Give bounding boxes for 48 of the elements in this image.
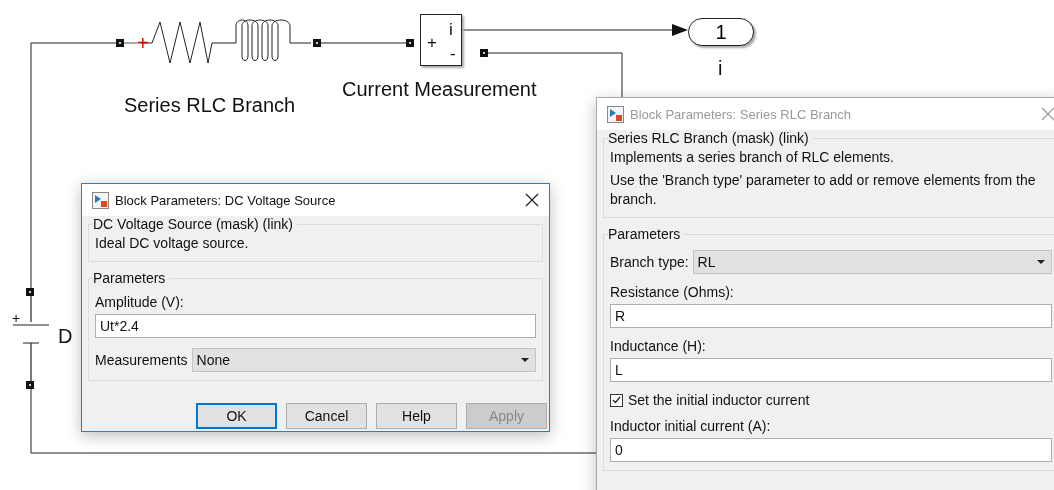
checkbox[interactable]: [610, 393, 623, 407]
block-label: D: [58, 326, 73, 346]
port-icon: [480, 49, 488, 57]
outport-block[interactable]: 1: [688, 18, 754, 46]
plus-sign: +: [427, 34, 437, 51]
input-field[interactable]: L: [610, 358, 1052, 382]
block-label: i: [718, 58, 723, 78]
block-icon: [607, 105, 624, 123]
window-title: Block Parameters: Series RLC Branch: [630, 106, 853, 122]
dropdown[interactable]: RL: [692, 250, 1052, 274]
checkbox-label: Set the initial inductor current: [628, 392, 810, 408]
description-text: Use the 'Branch type' parameter to add or remove elements from the branch.: [610, 171, 1037, 209]
port-icon: [26, 381, 34, 389]
group-title: Parameters: [608, 226, 682, 242]
close-button[interactable]: [525, 193, 539, 207]
dialog-button[interactable]: Help: [376, 403, 457, 429]
dialog-button[interactable]: Cancel: [286, 403, 367, 429]
caret-icon: [1037, 260, 1045, 264]
port-icon: [406, 39, 414, 47]
dropdown[interactable]: None: [191, 348, 536, 372]
group-title: Series RLC Branch (mask) (link): [608, 130, 810, 146]
polarity-sign: +: [12, 311, 21, 325]
output-sign: i: [449, 21, 453, 38]
battery-icon: [12, 295, 50, 382]
input-field[interactable]: Ut*2.4: [95, 314, 536, 338]
field-label: Inductance (H):: [610, 338, 707, 354]
port-icon: [26, 288, 34, 296]
polarity-sign: +: [137, 33, 149, 53]
input-field[interactable]: R: [610, 304, 1052, 328]
group-title: Parameters: [93, 270, 167, 286]
caret-icon: [521, 358, 529, 362]
port-icon: [116, 39, 124, 47]
group-title: DC Voltage Source (mask) (link): [93, 216, 294, 232]
block-label: Series RLC Branch: [124, 95, 296, 115]
field-label: Amplitude (V):: [95, 294, 185, 310]
block-icon: [92, 191, 109, 209]
input-field[interactable]: 0: [610, 438, 1052, 462]
block-label: Current Measurement: [342, 79, 537, 99]
description-text: Implements a series branch of RLC elements.: [610, 148, 895, 167]
window-title: Block Parameters: DC Voltage Source: [115, 192, 337, 208]
field-label: Measurements: [95, 352, 188, 368]
port-icon: [313, 39, 321, 47]
minus-sign: -: [450, 45, 456, 62]
field-label: Inductor initial current (A):: [610, 418, 772, 434]
field-label: Resistance (Ohms):: [610, 284, 735, 300]
description-text: Ideal DC voltage source.: [95, 234, 250, 253]
field-label: Branch type:: [610, 254, 689, 270]
dialog-button[interactable]: OK: [196, 403, 277, 429]
